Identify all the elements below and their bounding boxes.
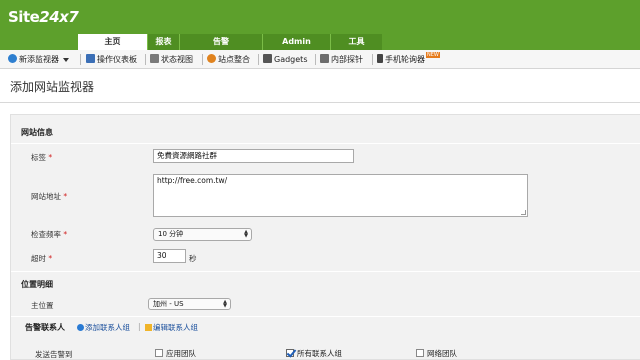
toolbar-divider bbox=[315, 54, 316, 65]
primary-location-label: 主位置 bbox=[31, 301, 54, 310]
add-contact-group-label: 添加联系人组 bbox=[85, 323, 130, 332]
toolbar-new-monitor[interactable]: 新添监视器 bbox=[8, 50, 69, 69]
url-textarea[interactable]: http://free.com.tw/ bbox=[153, 174, 528, 217]
toolbar-gadgets-label: Gadgets bbox=[274, 55, 308, 64]
chevron-down-icon bbox=[63, 57, 69, 62]
required-mark: * bbox=[63, 192, 68, 201]
toolbar-status-view-label: 状态视图 bbox=[161, 55, 193, 64]
contact-group-network-team-label: 网络团队 bbox=[427, 349, 457, 358]
checkbox-network-team[interactable] bbox=[416, 349, 424, 357]
timeout-label-text: 超时 bbox=[31, 254, 46, 263]
name-label: 标签 * bbox=[31, 152, 52, 163]
link-separator: | bbox=[138, 322, 141, 331]
url-label-text: 网站地址 bbox=[31, 192, 61, 201]
dashboard-icon bbox=[86, 54, 95, 63]
required-mark: * bbox=[48, 153, 53, 162]
primary-location-value: 加州 - US bbox=[153, 300, 184, 308]
contact-group-app-team-label: 应用团队 bbox=[166, 349, 196, 358]
add-contact-group-link[interactable]: 添加联系人组 bbox=[77, 322, 130, 333]
contact-group-all-contacts[interactable]: 所有联系人组 bbox=[286, 348, 342, 359]
toolbar-mobile-poller[interactable]: 手机轮询器 NEW bbox=[377, 50, 440, 69]
phone-icon bbox=[377, 54, 383, 63]
globe-icon bbox=[8, 54, 17, 63]
quick-toolbar: 新添监视器 操作仪表板 状态视图 站点整合 Gadgets 内部探针 手机轮询器… bbox=[0, 50, 640, 69]
row-divider bbox=[11, 143, 640, 144]
plus-circle-icon bbox=[77, 323, 84, 331]
required-mark: * bbox=[48, 254, 53, 263]
toolbar-new-monitor-label: 新添监视器 bbox=[19, 55, 59, 64]
toolbar-divider bbox=[372, 54, 373, 65]
toolbar-internal-probe-label: 内部探针 bbox=[331, 55, 363, 64]
toolbar-site-integration-label: 站点整合 bbox=[218, 55, 250, 64]
toolbar-gadgets[interactable]: Gadgets bbox=[263, 50, 307, 69]
puzzle-icon bbox=[207, 54, 216, 63]
site24x7-logo[interactable]: Site24x7 bbox=[8, 8, 79, 26]
tab-home[interactable]: 主页 bbox=[78, 34, 147, 50]
toolbar-divider bbox=[258, 54, 259, 65]
add-monitor-form: 网站信息 标签 * 免費資源網路社群 网站地址 * http://free.co… bbox=[10, 114, 640, 360]
title-divider bbox=[0, 102, 640, 103]
select-arrows-icon: ▲ ▼ bbox=[244, 229, 248, 239]
name-input[interactable]: 免費資源網路社群 bbox=[153, 149, 354, 163]
checkbox-app-team[interactable] bbox=[155, 349, 163, 357]
contact-group-network-team[interactable]: 网络团队 bbox=[416, 348, 457, 359]
toolbar-internal-probe[interactable]: 内部探针 bbox=[320, 50, 363, 69]
checkbox-all-contacts[interactable] bbox=[286, 349, 294, 357]
contact-group-all-contacts-label: 所有联系人组 bbox=[297, 349, 342, 358]
toolbar-site-integration[interactable]: 站点整合 bbox=[207, 50, 250, 69]
url-textarea-value: http://free.com.tw/ bbox=[157, 176, 228, 185]
tab-alarms[interactable]: 告警 bbox=[179, 34, 262, 50]
timeout-label: 超时 * bbox=[31, 253, 52, 264]
page-title: 添加网站监视器 bbox=[10, 80, 95, 94]
timeout-input[interactable]: 30 bbox=[153, 249, 186, 263]
section-alert-contacts: 告警联系人 bbox=[25, 323, 65, 332]
toolbar-status-view[interactable]: 状态视图 bbox=[150, 50, 193, 69]
toolbar-divider bbox=[80, 54, 81, 65]
tab-admin[interactable]: Admin bbox=[262, 34, 330, 50]
toolbar-ops-dashboard[interactable]: 操作仪表板 bbox=[86, 50, 137, 69]
toolbar-divider bbox=[145, 54, 146, 65]
resize-grip-icon[interactable] bbox=[521, 210, 526, 215]
tab-tools[interactable]: 工具 bbox=[330, 34, 382, 50]
contact-group-app-team[interactable]: 应用团队 bbox=[155, 348, 196, 359]
frequency-select-value: 10 分钟 bbox=[158, 230, 184, 238]
row-divider bbox=[11, 271, 640, 272]
toolbar-mobile-poller-label: 手机轮询器 bbox=[385, 55, 425, 64]
tab-reports[interactable]: 报表 bbox=[147, 34, 179, 50]
select-arrows-icon: ▲ ▼ bbox=[223, 299, 227, 309]
timeout-input-value: 30 bbox=[157, 251, 167, 260]
logo-number: 24x7 bbox=[39, 8, 79, 26]
edit-icon bbox=[145, 323, 152, 331]
grid-icon bbox=[150, 54, 159, 63]
edit-contact-group-link[interactable]: 编辑联系人组 bbox=[145, 322, 198, 333]
section-site-info: 网站信息 bbox=[21, 128, 53, 137]
edit-contact-group-label: 编辑联系人组 bbox=[153, 323, 198, 332]
section-locations: 位置明细 bbox=[21, 280, 53, 289]
logo-text: Site bbox=[8, 8, 40, 26]
toolbar-ops-dashboard-label: 操作仪表板 bbox=[97, 55, 137, 64]
name-input-value: 免費資源網路社群 bbox=[157, 151, 217, 160]
name-label-text: 标签 bbox=[31, 153, 46, 162]
required-mark: * bbox=[63, 230, 68, 239]
frequency-label-text: 检查频率 bbox=[31, 230, 61, 239]
send-alert-to-label: 发送告警到 bbox=[35, 350, 73, 359]
frequency-select[interactable]: 10 分钟 ▲ ▼ bbox=[153, 228, 252, 241]
row-divider bbox=[11, 316, 640, 317]
gadget-icon bbox=[263, 54, 272, 63]
main-nav: 主页 报表 告警 Admin 工具 bbox=[0, 34, 640, 50]
primary-location-select[interactable]: 加州 - US ▲ ▼ bbox=[148, 298, 231, 310]
timeout-unit: 秒 bbox=[189, 254, 197, 263]
url-label: 网站地址 * bbox=[31, 191, 67, 202]
frequency-label: 检查频率 * bbox=[31, 229, 67, 240]
app-header: Site24x7 主页 报表 告警 Admin 工具 bbox=[0, 0, 640, 50]
toolbar-divider bbox=[202, 54, 203, 65]
probe-icon bbox=[320, 54, 329, 63]
new-badge: NEW bbox=[426, 52, 440, 58]
